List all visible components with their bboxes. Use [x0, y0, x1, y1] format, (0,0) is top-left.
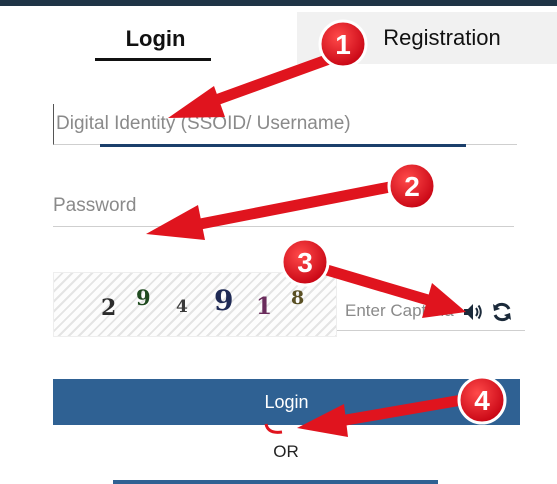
top-bar: [0, 0, 557, 6]
captcha-digit: 1: [256, 293, 273, 320]
refresh-icon[interactable]: [490, 300, 514, 324]
captcha-image: 2 9 4 9 1 8: [53, 272, 337, 337]
tab-registration[interactable]: Registration: [297, 12, 557, 64]
or-divider: OR: [273, 442, 299, 461]
captcha-digit: 9: [136, 285, 151, 310]
speaker-icon[interactable]: [461, 300, 485, 324]
password-input[interactable]: [53, 186, 514, 227]
captcha-digit: 4: [176, 297, 188, 317]
login-button[interactable]: Login: [53, 379, 520, 425]
captcha-digit: 8: [291, 287, 305, 309]
captcha-digit: 9: [214, 284, 234, 317]
alternate-login-button[interactable]: [113, 480, 438, 484]
click-indicator: [264, 423, 283, 434]
tab-bar: Login Registration: [14, 12, 557, 64]
tab-login-label: Login: [125, 26, 186, 51]
tab-registration-label: Registration: [383, 25, 501, 50]
username-input[interactable]: [53, 104, 517, 145]
username-focus-line: [100, 144, 466, 147]
active-tab-indicator: [95, 58, 211, 61]
captcha-digit: 2: [101, 295, 117, 321]
tab-login[interactable]: Login: [14, 12, 297, 64]
